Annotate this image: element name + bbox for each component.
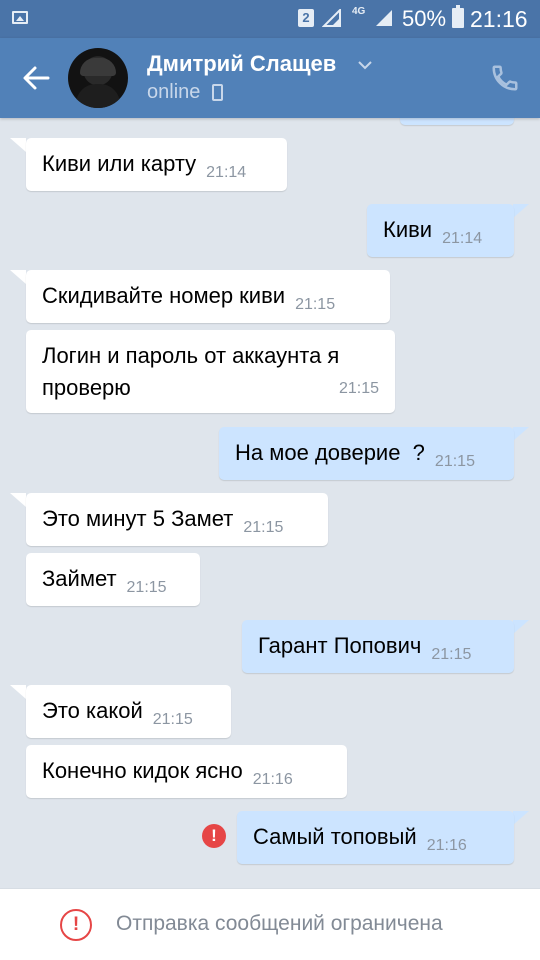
message-text: Конечно кидок ясно: [42, 758, 243, 783]
message-text: Киви или карту: [42, 151, 197, 176]
message-text: Гарант Попович: [258, 633, 422, 658]
message-list[interactable]: Киви или карту 21:14 Киви 21:14 Скидивайте…: [0, 118, 540, 888]
bubble-tail: [10, 685, 26, 699]
signal-strength-icon: [376, 10, 392, 26]
image-notification-icon: [12, 11, 28, 24]
message-time: 21:15: [152, 711, 193, 728]
bubble-tail: [513, 427, 529, 441]
avatar[interactable]: [68, 48, 128, 108]
message-bubble-incoming[interactable]: Конечно кидок ясно 21:16: [26, 745, 347, 798]
status-bar: 2 4G 50% 21:16: [0, 0, 540, 38]
message-bubble-outgoing[interactable]: На мое доверие ? 21:15: [219, 427, 514, 480]
bubble-tail: [513, 620, 529, 634]
message-time: 21:15: [295, 296, 336, 313]
messaging-restricted-bar: ! Отправка сообщений ограничена: [0, 888, 540, 960]
status-time: 21:16: [470, 6, 528, 32]
back-arrow-icon[interactable]: [22, 64, 50, 92]
message-bubble-incoming[interactable]: Это какой 21:15: [26, 685, 231, 738]
message-text: Киви: [383, 217, 433, 242]
network-type: 4G: [352, 6, 366, 17]
bubble-tail: [10, 493, 26, 507]
message-text: Логин и пароль от аккаунта я проверю: [42, 343, 340, 400]
message-bubble-incoming[interactable]: Это минут 5 Замет 21:15: [26, 493, 328, 546]
sim-slot-badge: 2: [298, 9, 314, 27]
message-time: 21:14: [206, 164, 247, 181]
bubble-tail: [513, 204, 529, 218]
message-time: 21:15: [434, 453, 475, 470]
battery-percent: 50%: [402, 6, 447, 31]
message-text: Это какой: [42, 698, 143, 723]
message-bubble-incoming[interactable]: Скидивайте номер киви 21:15: [26, 270, 390, 323]
message-time: 21:14: [442, 230, 483, 247]
bubble-tail: [10, 270, 26, 284]
message-text: Скидивайте номер киви: [42, 283, 286, 308]
message-text: Самый топовый: [253, 824, 417, 849]
contact-status: online: [147, 81, 201, 103]
battery-icon: [452, 5, 464, 28]
message-text: На мое доверие ?: [235, 440, 425, 465]
message-time: 21:15: [243, 519, 284, 536]
message-time: 21:16: [252, 771, 293, 788]
message-time: 21:15: [338, 380, 379, 397]
restriction-notice: Отправка сообщений ограничена: [116, 912, 443, 935]
chat-header: Дмитрий Слащев online: [0, 38, 540, 118]
message-bubble-incoming[interactable]: Займет 21:15: [26, 553, 200, 606]
message-time: 21:15: [431, 646, 472, 663]
phone-icon[interactable]: [490, 63, 520, 93]
chevron-down-icon[interactable]: [358, 60, 372, 70]
warning-icon: !: [60, 909, 92, 941]
message-time: 21:15: [126, 579, 167, 596]
signal-icon: [322, 9, 341, 27]
message-bubble-incoming[interactable]: Киви или карту 21:14: [26, 138, 287, 191]
message-bubble-outgoing[interactable]: Гарант Попович 21:15: [242, 620, 514, 673]
message-text: Это минут 5 Замет: [42, 506, 234, 531]
send-failed-icon[interactable]: !: [202, 824, 226, 848]
bubble-tail: [513, 811, 529, 825]
message-text: Займет: [42, 566, 117, 591]
message-bubble-outgoing[interactable]: Киви 21:14: [367, 204, 514, 257]
contact-name[interactable]: Дмитрий Слащев: [147, 51, 336, 77]
bubble-tail: [10, 138, 26, 152]
message-bubble-partial: [400, 118, 514, 125]
message-time: 21:16: [426, 837, 467, 854]
message-bubble-incoming[interactable]: Логин и пароль от аккаунта я проверю 21:…: [26, 330, 395, 413]
mobile-icon: [212, 84, 223, 101]
message-bubble-outgoing[interactable]: Самый топовый 21:16: [237, 811, 514, 864]
